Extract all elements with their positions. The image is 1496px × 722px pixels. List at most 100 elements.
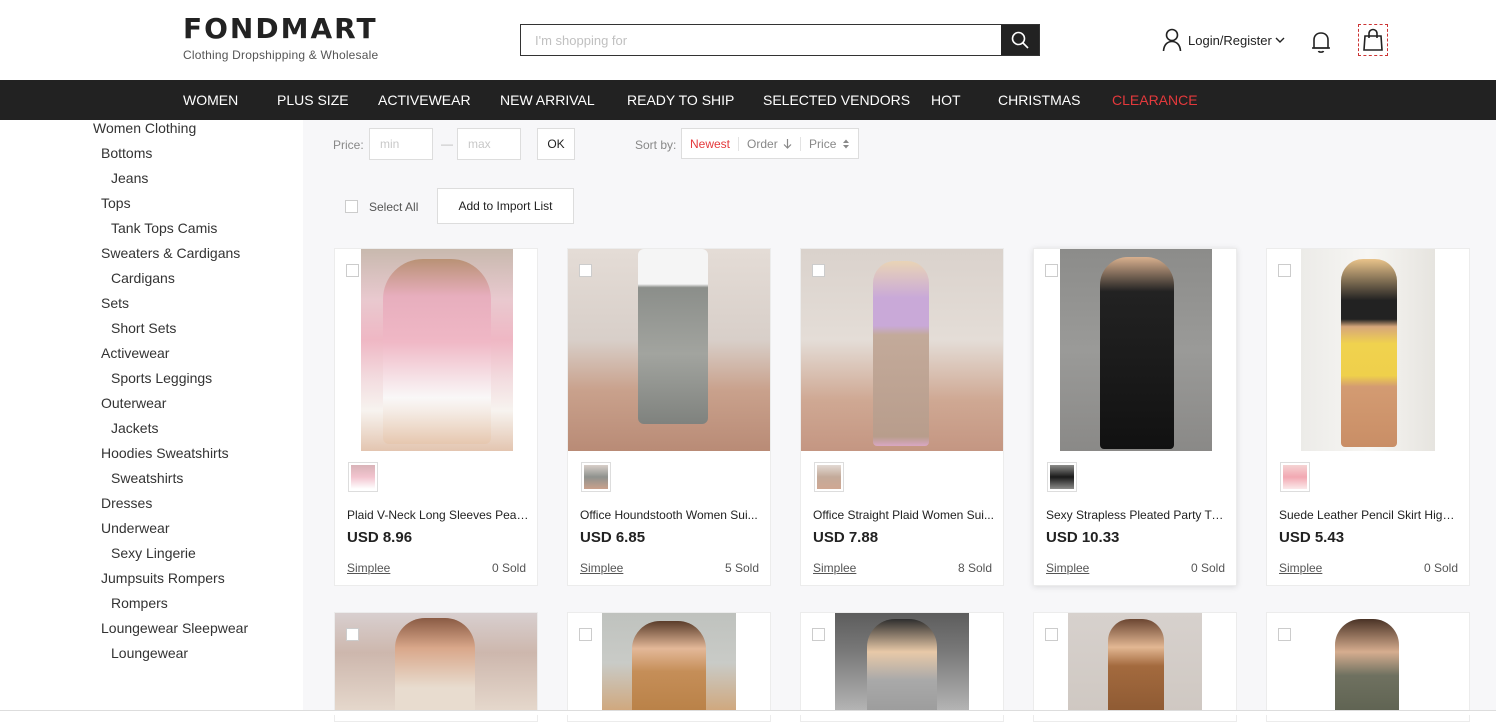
nav-plus-size[interactable]: PLUS SIZE	[277, 92, 349, 108]
product-card[interactable]	[567, 612, 771, 722]
product-checkbox[interactable]	[812, 264, 825, 277]
category-dresses[interactable]: Dresses	[101, 495, 152, 511]
category-activewear[interactable]: Activewear	[101, 345, 169, 361]
product-card[interactable]: Suede Leather Pencil Skirt High ... USD …	[1266, 248, 1470, 586]
category-hoodies-sweatshirts[interactable]: Hoodies Sweatshirts	[101, 445, 229, 461]
arrow-down-icon	[783, 138, 792, 149]
product-title[interactable]: Plaid V-Neck Long Sleeves Pearl...	[347, 508, 529, 522]
product-sold-count: 8 Sold	[957, 561, 992, 575]
product-sold-count: 5 Sold	[724, 561, 759, 575]
product-image[interactable]	[1068, 613, 1202, 713]
product-image[interactable]	[835, 613, 969, 713]
product-image[interactable]	[568, 249, 770, 451]
product-title[interactable]: Sexy Strapless Pleated Party Tu...	[1046, 508, 1228, 522]
logo[interactable]: FONDMART Clothing Dropshipping & Wholesa…	[183, 14, 378, 63]
category-loungewear[interactable]: Loungewear	[111, 645, 188, 661]
product-thumbnail[interactable]	[1280, 462, 1310, 492]
product-card[interactable]: Office Straight Plaid Women Sui... USD 7…	[800, 248, 1004, 586]
price-min-input[interactable]	[369, 128, 433, 160]
category-outerwear[interactable]: Outerwear	[101, 395, 166, 411]
product-vendor-link[interactable]: Simplee	[347, 561, 390, 575]
product-image[interactable]	[335, 613, 537, 713]
product-thumbnail[interactable]	[814, 462, 844, 492]
category-tank-tops-camis[interactable]: Tank Tops Camis	[111, 220, 217, 236]
search-input[interactable]	[521, 25, 1001, 55]
nav-hot[interactable]: HOT	[931, 92, 961, 108]
price-max-input[interactable]	[457, 128, 521, 160]
product-vendor-link[interactable]: Simplee	[1279, 561, 1322, 575]
sort-order[interactable]: Order	[739, 136, 802, 151]
product-sold-count: 0 Sold	[491, 561, 526, 575]
product-image[interactable]	[361, 249, 513, 451]
product-checkbox[interactable]	[812, 628, 825, 641]
product-thumbnail[interactable]	[1047, 462, 1077, 492]
product-checkbox[interactable]	[1045, 628, 1058, 641]
category-jeans[interactable]: Jeans	[111, 170, 148, 186]
product-card[interactable]	[334, 612, 538, 722]
product-card[interactable]: Sexy Strapless Pleated Party Tu... USD 1…	[1033, 248, 1237, 586]
product-checkbox[interactable]	[346, 264, 359, 277]
product-sold-count: 0 Sold	[1190, 561, 1225, 575]
sort-order-label: Order	[747, 136, 778, 151]
nav-christmas[interactable]: CHRISTMAS	[998, 92, 1080, 108]
product-vendor-link[interactable]: Simplee	[813, 561, 856, 575]
select-all-checkbox[interactable]	[345, 200, 358, 213]
product-model-shape	[1341, 259, 1397, 447]
product-title[interactable]: Office Straight Plaid Women Sui...	[813, 508, 995, 522]
category-sweatshirts[interactable]: Sweatshirts	[111, 470, 183, 486]
search-button[interactable]	[1001, 25, 1039, 55]
product-price: USD 8.96	[347, 529, 413, 546]
sort-price[interactable]: Price	[801, 137, 858, 151]
category-jumpsuits-rompers[interactable]: Jumpsuits Rompers	[101, 570, 225, 586]
price-ok-button[interactable]: OK	[537, 128, 575, 160]
nav-ready-to-ship[interactable]: READY TO SHIP	[627, 92, 734, 108]
product-vendor-link[interactable]: Simplee	[1046, 561, 1089, 575]
product-checkbox[interactable]	[1045, 264, 1058, 277]
nav-women[interactable]: WOMEN	[183, 92, 238, 108]
category-rompers[interactable]: Rompers	[111, 595, 168, 611]
category-cardigans[interactable]: Cardigans	[111, 270, 175, 286]
product-checkbox[interactable]	[346, 628, 359, 641]
product-card[interactable]: Office Houndstooth Women Sui... USD 6.85…	[567, 248, 771, 586]
nav-selected-vendors[interactable]: SELECTED VENDORS	[763, 92, 910, 108]
category-jackets[interactable]: Jackets	[111, 420, 158, 436]
product-image[interactable]	[1301, 249, 1435, 451]
category-bottoms[interactable]: Bottoms	[101, 145, 152, 161]
category-loungewear-sleepwear[interactable]: Loungewear Sleepwear	[101, 620, 248, 636]
product-checkbox[interactable]	[1278, 264, 1291, 277]
category-short-sets[interactable]: Short Sets	[111, 320, 176, 336]
cart-button[interactable]	[1358, 24, 1388, 56]
nav-activewear[interactable]: ACTIVEWEAR	[378, 92, 471, 108]
product-image[interactable]	[801, 249, 1003, 451]
product-price: USD 10.33	[1046, 529, 1120, 546]
product-checkbox[interactable]	[579, 264, 592, 277]
product-image[interactable]	[1301, 613, 1435, 713]
sort-newest[interactable]: Newest	[682, 136, 740, 151]
nav-clearance[interactable]: CLEARANCE	[1112, 92, 1198, 108]
product-thumbnail[interactable]	[348, 462, 378, 492]
login-register-link[interactable]: Login/Register	[1162, 28, 1286, 52]
product-image[interactable]	[1060, 249, 1212, 451]
category-sets[interactable]: Sets	[101, 295, 129, 311]
product-card[interactable]	[800, 612, 1004, 722]
add-to-import-list-button[interactable]: Add to Import List	[437, 188, 574, 224]
nav-new-arrival[interactable]: NEW ARRIVAL	[500, 92, 595, 108]
product-card[interactable]	[1033, 612, 1237, 722]
category-women-clothing[interactable]: Women Clothing	[93, 120, 196, 136]
product-checkbox[interactable]	[1278, 628, 1291, 641]
product-card[interactable]	[1266, 612, 1470, 722]
product-title[interactable]: Suede Leather Pencil Skirt High ...	[1279, 508, 1461, 522]
shopping-bag-icon	[1363, 28, 1383, 51]
product-title[interactable]: Office Houndstooth Women Sui...	[580, 508, 762, 522]
category-sweaters-cardigans[interactable]: Sweaters & Cardigans	[101, 245, 240, 261]
product-checkbox[interactable]	[579, 628, 592, 641]
category-sexy-lingerie[interactable]: Sexy Lingerie	[111, 545, 196, 561]
notifications-button[interactable]	[1310, 30, 1332, 59]
product-image[interactable]	[602, 613, 736, 713]
product-vendor-link[interactable]: Simplee	[580, 561, 623, 575]
category-sports-leggings[interactable]: Sports Leggings	[111, 370, 212, 386]
product-thumbnail[interactable]	[581, 462, 611, 492]
product-card[interactable]: Plaid V-Neck Long Sleeves Pearl... USD 8…	[334, 248, 538, 586]
category-underwear[interactable]: Underwear	[101, 520, 169, 536]
category-tops[interactable]: Tops	[101, 195, 131, 211]
